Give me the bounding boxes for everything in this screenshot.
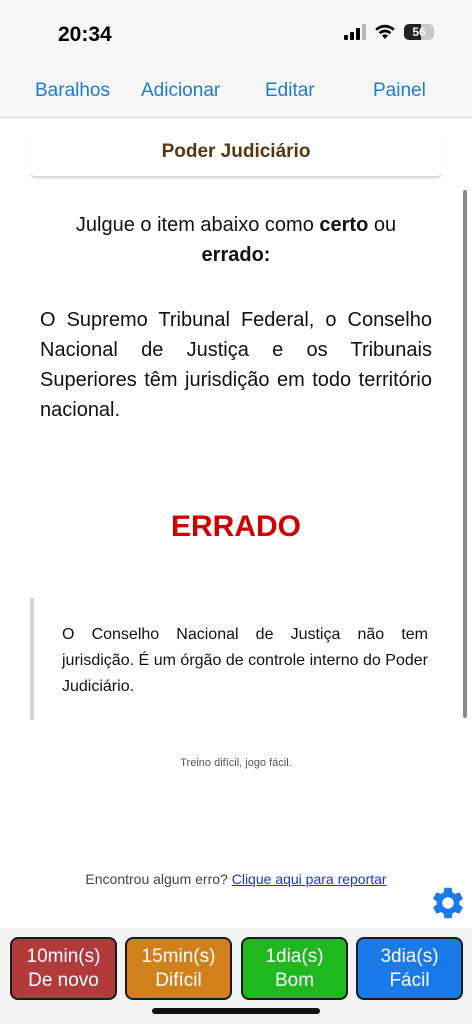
status-bar: 20:34 56 bbox=[0, 0, 472, 66]
card-instruction: Julgue o item abaixo como certo ou errad… bbox=[40, 210, 432, 270]
card-answer: ERRADO bbox=[170, 510, 301, 543]
easy-interval: 3dia(s) bbox=[380, 946, 439, 967]
status-time: 20:34 bbox=[58, 23, 112, 46]
explanation-text: O Conselho Nacional de Justiça não tem j… bbox=[62, 626, 428, 695]
battery-level: 56 bbox=[412, 25, 426, 39]
again-label: De novo bbox=[28, 970, 99, 991]
status-icons: 56 bbox=[344, 24, 434, 40]
hard-interval: 15min(s) bbox=[141, 946, 216, 967]
report-text: Encontrou algum erro? bbox=[85, 871, 228, 887]
answer-explanation: O Conselho Nacional de Justiça não tem j… bbox=[30, 598, 438, 720]
battery-icon: 56 bbox=[404, 24, 434, 40]
instruction-errado: errado: bbox=[201, 244, 271, 266]
nav-decks-button[interactable]: Baralhos bbox=[35, 80, 110, 102]
nav-add-button[interactable]: Adicionar bbox=[141, 80, 220, 102]
wifi-icon bbox=[375, 24, 395, 39]
top-nav-bar: Baralhos Adicionar Editar Painel bbox=[0, 66, 472, 118]
motto-text: Treino difícil, jogo fácil. bbox=[180, 757, 292, 769]
instruction-ou: ou bbox=[368, 214, 397, 236]
easy-button[interactable]: 3dia(s) Fácil bbox=[356, 937, 463, 1000]
instruction-certo: certo bbox=[319, 214, 369, 236]
report-error: Encontrou algum erro? Clique aqui para r… bbox=[0, 871, 472, 887]
good-interval: 1dia(s) bbox=[265, 946, 324, 967]
good-button[interactable]: 1dia(s) Bom bbox=[241, 937, 348, 1000]
signal-icon bbox=[344, 24, 366, 40]
hard-label: Difícil bbox=[155, 970, 202, 991]
nav-panel-button[interactable]: Painel bbox=[373, 80, 426, 102]
card-question: O Supremo Tribunal Federal, o Conselho N… bbox=[40, 309, 432, 421]
deck-title: Poder Judiciário bbox=[30, 130, 442, 178]
nav-edit-button[interactable]: Editar bbox=[265, 80, 315, 102]
report-link[interactable]: Clique aqui para reportar bbox=[232, 871, 387, 887]
hard-button[interactable]: 15min(s) Difícil bbox=[125, 937, 232, 1000]
easy-label: Fácil bbox=[389, 970, 430, 991]
again-button[interactable]: 10min(s) De novo bbox=[10, 937, 117, 1000]
home-indicator[interactable] bbox=[152, 1008, 320, 1014]
good-label: Bom bbox=[274, 970, 315, 991]
gear-icon[interactable] bbox=[429, 884, 467, 922]
instruction-prefix: Julgue o item abaixo como bbox=[75, 214, 320, 236]
again-interval: 10min(s) bbox=[26, 946, 101, 967]
scroll-indicator[interactable] bbox=[463, 190, 467, 718]
